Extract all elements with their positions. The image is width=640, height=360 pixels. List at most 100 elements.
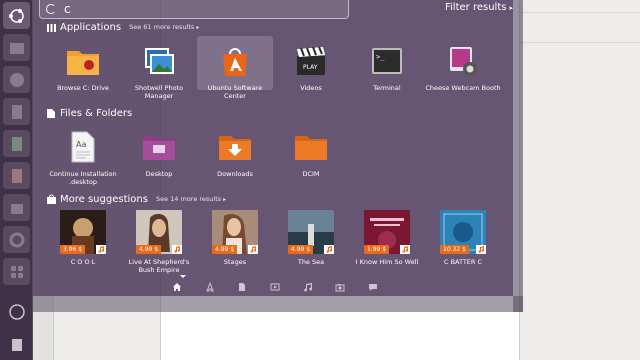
workspaces-icon (10, 265, 23, 278)
filter-results-button[interactable]: Filter results ▸ (445, 2, 513, 13)
music-note-icon (400, 245, 410, 254)
album-title: C O O L (70, 258, 96, 266)
suggestion-album[interactable]: 3.96 $ C O O L (45, 210, 121, 266)
folder-icon (292, 128, 330, 166)
app-label: Videos (300, 84, 322, 92)
price-badge: 4.99 $ (136, 245, 162, 254)
app-result-terminal[interactable]: >_ Terminal (349, 42, 425, 92)
album-cover: 1.99 $ (364, 210, 410, 254)
album-title: The Sea (297, 258, 325, 266)
music-note-icon (324, 245, 334, 254)
music-note-icon (248, 245, 258, 254)
video-lens-icon[interactable] (268, 280, 282, 294)
price-badge: 4.99 $ (212, 245, 238, 254)
price-badge: 10.32 $ (440, 245, 469, 254)
album-title: C BATTER C (443, 258, 483, 266)
price-badge: 1.99 $ (364, 245, 390, 254)
launcher-item-impress[interactable] (3, 162, 30, 189)
suggestion-album[interactable]: 4.99 $ The Sea (273, 210, 349, 266)
app-result-cheese[interactable]: Cheese Webcam Booth (425, 42, 501, 92)
app-result-software-center[interactable]: Ubuntu Software Center (197, 36, 273, 100)
svg-text:Aa: Aa (76, 140, 86, 149)
shopping-bag-icon (45, 194, 57, 205)
price-badge: 4.99 $ (288, 245, 314, 254)
files-category-icon (45, 108, 57, 119)
album-cover: 4.99 $ (212, 210, 258, 254)
desktop-folder-icon (140, 128, 178, 166)
ubuntu-logo-button[interactable] (3, 2, 30, 29)
svg-text:PLAY: PLAY (303, 64, 318, 71)
suggestion-album[interactable]: 4.99 $ Live At Shepherd's Bush Empire (121, 210, 197, 274)
album-cover: 3.96 $ (60, 210, 106, 254)
home-lens-icon[interactable] (170, 280, 184, 294)
chevron-right-icon: ▸ (223, 195, 227, 203)
terminal-icon: >_ (368, 42, 406, 80)
gear-icon (9, 232, 24, 247)
section-title: Applications (60, 21, 122, 33)
ubuntu-one-icon (8, 303, 25, 320)
album-cover: 4.99 $ (136, 210, 182, 254)
music-note-icon (172, 245, 182, 254)
applications-category-icon (45, 22, 57, 33)
applications-lens-icon[interactable] (203, 280, 217, 294)
social-lens-icon[interactable] (366, 280, 380, 294)
launcher-item-writer[interactable] (3, 98, 30, 125)
music-note-icon (476, 245, 486, 254)
ubuntu-logo-icon (8, 8, 24, 23)
divider (520, 12, 640, 13)
album-title: Stages (223, 258, 247, 266)
filter-label: Filter results (445, 2, 507, 13)
trash-icon (11, 338, 22, 351)
search-query: c (64, 2, 71, 16)
music-note-icon (96, 245, 106, 254)
file-result-dcim[interactable]: DCIM (273, 128, 349, 178)
app-label: Terminal (373, 84, 401, 92)
launcher-item-browser[interactable] (3, 66, 30, 93)
file-result-downloads[interactable]: Downloads (197, 128, 273, 178)
launcher-item-ubuntu-one[interactable] (3, 298, 30, 325)
files-lens-icon[interactable] (235, 280, 249, 294)
photo-lens-icon[interactable] (333, 280, 347, 294)
price-badge: 3.96 $ (60, 245, 86, 254)
active-lens-indicator (180, 275, 186, 278)
file-label: Desktop (145, 170, 173, 178)
file-label: Downloads (217, 170, 253, 178)
app-label: Browse C: Drive (57, 84, 109, 92)
writer-icon (11, 104, 22, 119)
app-label: Ubuntu Software Center (207, 84, 263, 100)
see-more-results-link[interactable]: See 61 more results (129, 23, 194, 31)
chevron-right-icon: ▸ (509, 4, 513, 12)
app-result-browse-c-drive[interactable]: Browse C: Drive (45, 42, 121, 92)
suggestion-album[interactable]: 10.32 $ C BATTER C (425, 210, 501, 266)
folder-wine-icon (64, 42, 102, 80)
launcher-item-settings[interactable] (3, 226, 30, 253)
launcher-item-software[interactable] (3, 194, 30, 221)
launcher-item-workspaces[interactable] (3, 258, 30, 285)
app-result-videos[interactable]: PLAY Videos (273, 42, 349, 92)
launcher-item-calc[interactable] (3, 130, 30, 157)
suggestion-album[interactable]: 4.99 $ Stages (197, 210, 273, 266)
album-title: I Know Him So Well (355, 258, 419, 266)
app-label: Shotwell Photo Manager (134, 84, 184, 100)
music-lens-icon[interactable] (301, 280, 315, 294)
shotwell-icon (140, 42, 178, 80)
suggestion-album[interactable]: 1.99 $ I Know Him So Well (349, 210, 425, 266)
section-applications-header: Applications See 61 more results ▸ (45, 20, 199, 34)
section-suggestions-header: More suggestions See 14 more results ▸ (45, 192, 226, 206)
app-label: Cheese Webcam Booth (425, 84, 501, 92)
file-label: DCIM (302, 170, 320, 178)
calc-icon (11, 136, 22, 151)
file-result-continue-installation[interactable]: Aa Continue Installation .desktop (45, 128, 121, 186)
app-result-shotwell[interactable]: Shotwell Photo Manager (121, 42, 197, 100)
launcher-item-files[interactable] (3, 34, 30, 61)
search-input[interactable]: c (39, 0, 349, 19)
desktop-file-icon: Aa (64, 128, 102, 166)
see-more-results-link[interactable]: See 14 more results (156, 195, 221, 203)
dash-bottom-edge (33, 296, 523, 312)
clapperboard-icon: PLAY (292, 42, 330, 80)
file-result-desktop[interactable]: Desktop (121, 128, 197, 178)
launcher-item-trash[interactable] (3, 330, 30, 357)
album-cover: 4.99 $ (288, 210, 334, 254)
section-title: Files & Folders (60, 107, 133, 119)
webcam-icon (444, 42, 482, 80)
